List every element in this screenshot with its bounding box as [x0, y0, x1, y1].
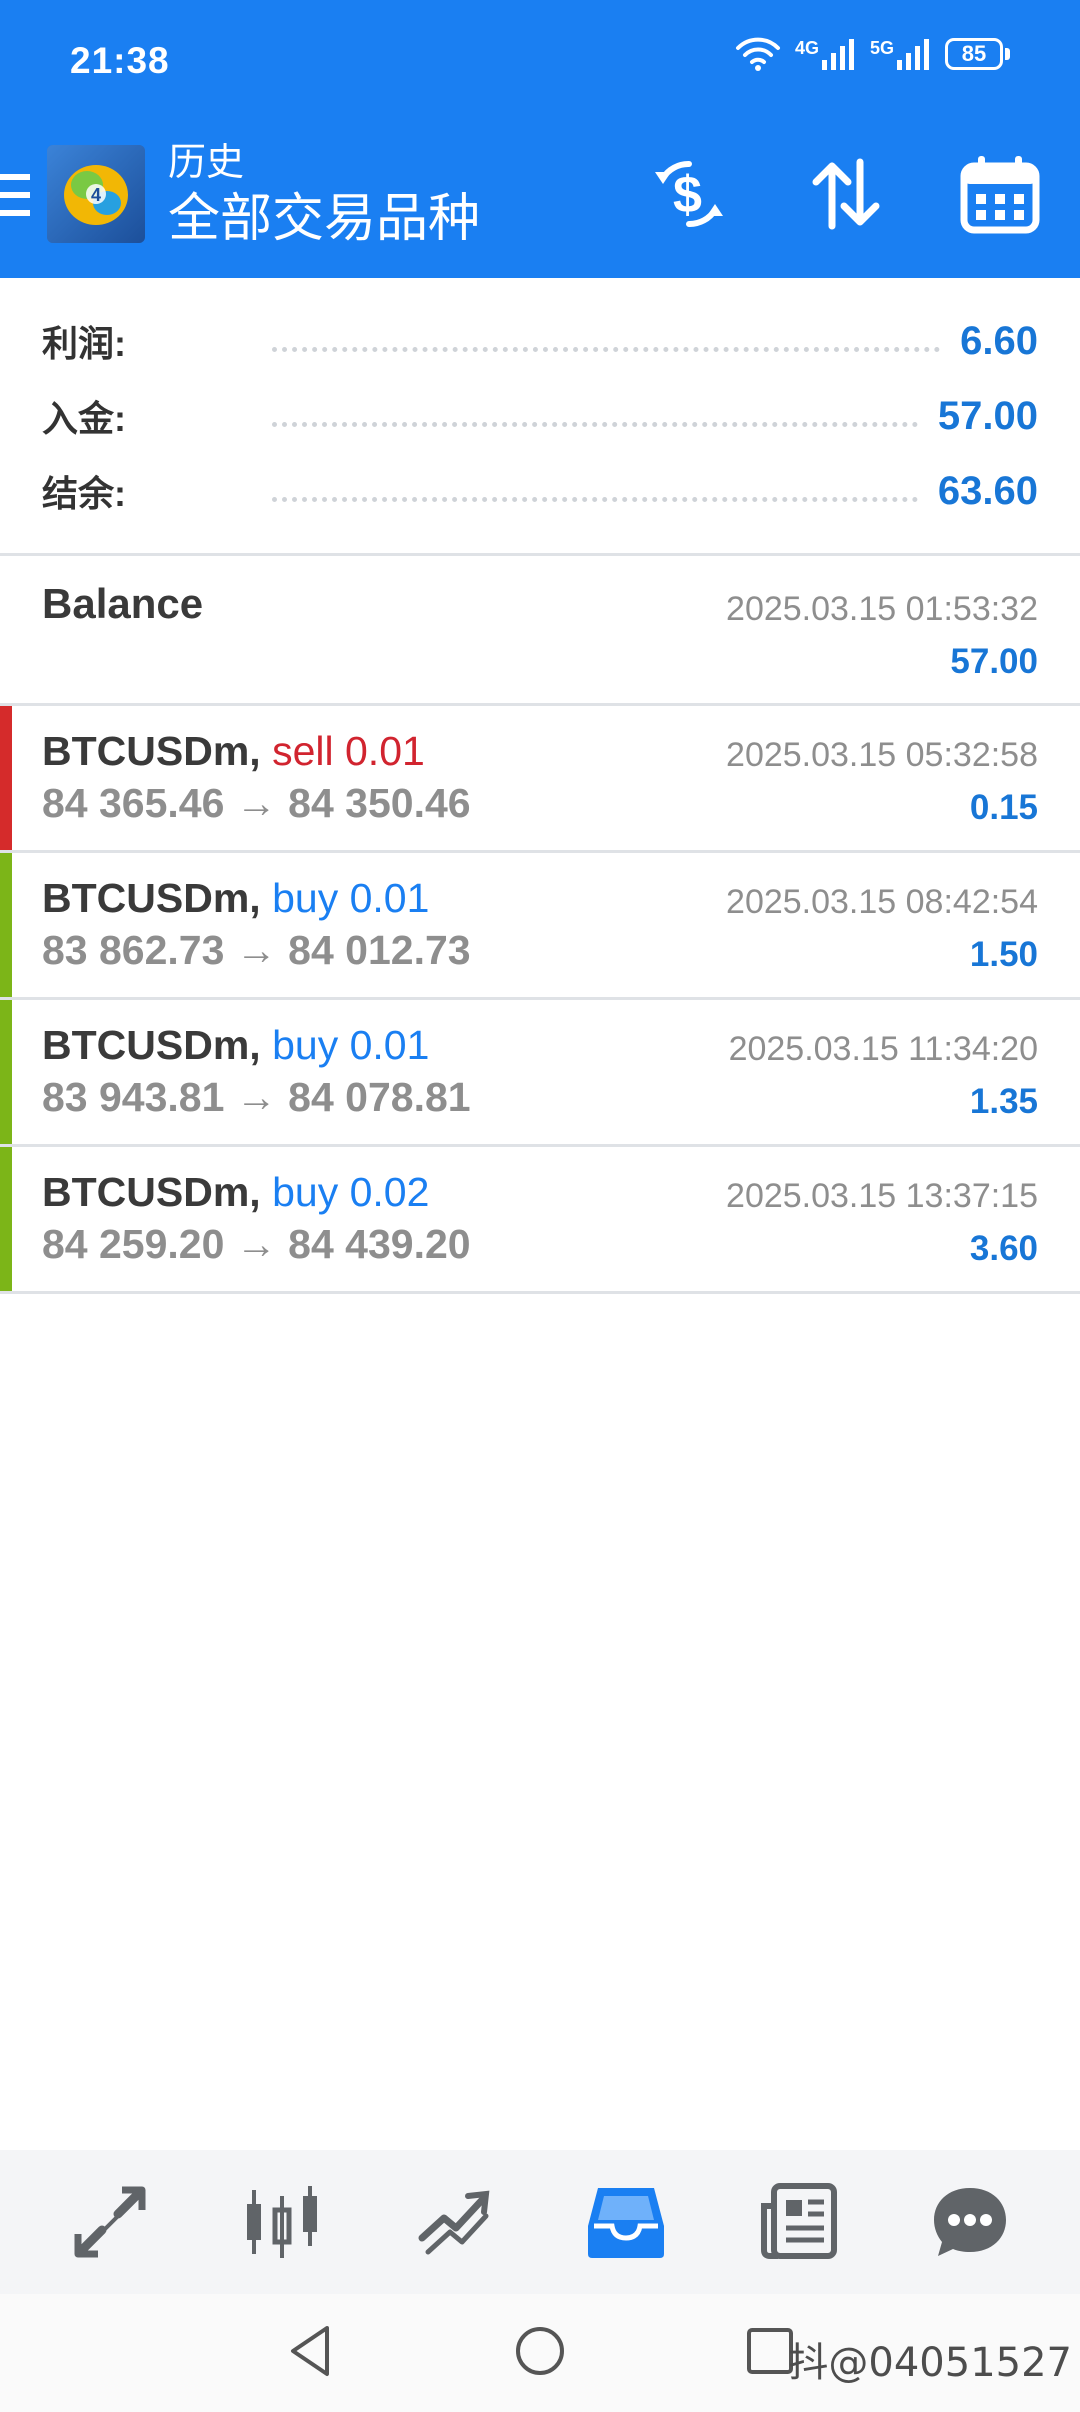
nav-history[interactable]	[571, 2167, 681, 2277]
status-time: 21:38	[70, 40, 170, 81]
nav-quotes[interactable]	[55, 2167, 165, 2277]
currency-exchange-icon[interactable]: $	[645, 150, 733, 238]
title-block[interactable]: 历史 全部交易品种	[168, 140, 480, 252]
deal-row[interactable]: BTCUSDm, buy 0.02 84 259.20 → 84 439.20 …	[0, 1147, 1080, 1294]
deal-row[interactable]: BTCUSDm, buy 0.01 83 943.81 → 84 078.81 …	[0, 1000, 1080, 1147]
profit-value: 6.60	[960, 318, 1038, 363]
dotted-leader	[272, 421, 918, 427]
nav-messages[interactable]	[915, 2167, 1025, 2277]
app-logo: 4	[47, 145, 145, 243]
watermark-text: 抖@04051527	[788, 2340, 1072, 2386]
quotes-icon	[74, 2186, 146, 2258]
battery-level: 85	[945, 38, 1003, 70]
deal-symbol: BTCUSDm,	[42, 728, 261, 774]
deal-direction: buy 0.02	[272, 1169, 430, 1215]
deal-side-bar	[0, 1000, 12, 1144]
summary-row-deposit: 入金: 57.00	[42, 386, 1038, 446]
deal-symbol: BTCUSDm,	[42, 1169, 261, 1215]
deal-symbol: BTCUSDm,	[42, 875, 261, 921]
history-summary: 利润: 6.60 入金: 57.00 结余: 63.60	[0, 278, 1080, 556]
nav-trade[interactable]	[399, 2167, 509, 2277]
bottom-navigation	[0, 2150, 1080, 2294]
balance-value: 63.60	[937, 468, 1038, 513]
balance-entry-amount: 57.00	[950, 642, 1038, 681]
wifi-icon	[735, 37, 780, 71]
profit-label: 利润:	[42, 323, 126, 364]
deal-direction: buy 0.01	[272, 875, 430, 921]
deal-side-bar	[0, 1147, 12, 1291]
deal-row[interactable]: BTCUSDm, sell 0.01 84 365.46 → 84 350.46…	[0, 706, 1080, 853]
deposit-value: 57.00	[937, 393, 1038, 438]
balance-entry-time: 2025.03.15 01:53:32	[726, 590, 1038, 628]
dotted-leader	[272, 346, 941, 352]
svg-text:4: 4	[91, 185, 101, 205]
top-app-bar: 21:38 4G 5G 85 4 历史 全部交易品种 $	[0, 0, 1080, 278]
deposit-label: 入金:	[42, 398, 126, 439]
deal-prices: 83 862.73 → 84 012.73	[42, 927, 471, 973]
balance-entry-label: Balance	[42, 580, 204, 627]
status-icons: 4G 5G 85	[735, 36, 1010, 72]
deal-side-bar	[0, 853, 12, 997]
signal-bars-icon	[821, 39, 854, 70]
page-subtitle: 历史	[168, 142, 245, 184]
battery-indicator: 85	[945, 38, 1010, 70]
signal-5g: 5G	[870, 38, 931, 70]
deal-row[interactable]: BTCUSDm, buy 0.01 83 862.73 → 84 012.73 …	[0, 853, 1080, 1000]
nav-news[interactable]	[743, 2167, 853, 2277]
sort-icon[interactable]	[802, 150, 890, 238]
deal-profit: 1.50	[969, 935, 1038, 974]
deal-direction: buy 0.01	[272, 1022, 430, 1068]
deal-title: BTCUSDm, buy 0.01	[42, 1022, 429, 1069]
nav-chart[interactable]	[227, 2167, 337, 2277]
dotted-leader	[272, 496, 918, 502]
deal-profit: 3.60	[969, 1229, 1038, 1268]
summary-row-balance: 结余: 63.60	[42, 461, 1038, 521]
deal-prices: 84 365.46 → 84 350.46	[42, 780, 471, 826]
deal-prices: 84 259.20 → 84 439.20	[42, 1221, 471, 1267]
menu-icon[interactable]	[0, 172, 30, 218]
deal-title: BTCUSDm, buy 0.02	[42, 1169, 429, 1216]
messages-icon	[934, 2188, 1006, 2256]
deal-prices: 83 943.81 → 84 078.81	[42, 1074, 471, 1120]
deal-time: 2025.03.15 08:42:54	[726, 883, 1038, 921]
chart-icon	[247, 2186, 317, 2258]
deal-time: 2025.03.15 13:37:15	[726, 1177, 1038, 1215]
deal-symbol: BTCUSDm,	[42, 1022, 261, 1068]
deal-time: 2025.03.15 11:34:20	[728, 1030, 1038, 1068]
battery-tip	[1005, 48, 1010, 60]
history-icon	[588, 2188, 664, 2258]
summary-row-profit: 利润: 6.60	[42, 311, 1038, 371]
deal-side-bar	[0, 706, 12, 850]
deal-profit: 1.35	[969, 1082, 1038, 1121]
balance-operation-row[interactable]: Balance 2025.03.15 01:53:32 57.00	[0, 556, 1080, 706]
calendar-icon[interactable]	[956, 150, 1044, 238]
back-icon[interactable]	[275, 2316, 345, 2386]
signal-4g: 4G	[795, 38, 856, 70]
signal-5g-label: 5G	[869, 38, 894, 58]
deal-title: BTCUSDm, buy 0.01	[42, 875, 429, 922]
deal-profit: 0.15	[969, 788, 1038, 827]
page-title: 全部交易品种	[168, 190, 481, 248]
news-icon	[761, 2183, 837, 2259]
signal-bars-icon	[897, 39, 929, 70]
deal-time: 2025.03.15 05:32:58	[726, 736, 1038, 774]
home-icon[interactable]	[505, 2316, 575, 2386]
trade-icon	[418, 2190, 490, 2255]
svg-text:$: $	[673, 166, 702, 224]
deal-title: BTCUSDm, sell 0.01	[42, 728, 425, 775]
balance-label: 结余:	[42, 473, 126, 514]
deal-direction: sell 0.01	[272, 728, 425, 774]
signal-4g-label: 4G	[794, 38, 819, 58]
